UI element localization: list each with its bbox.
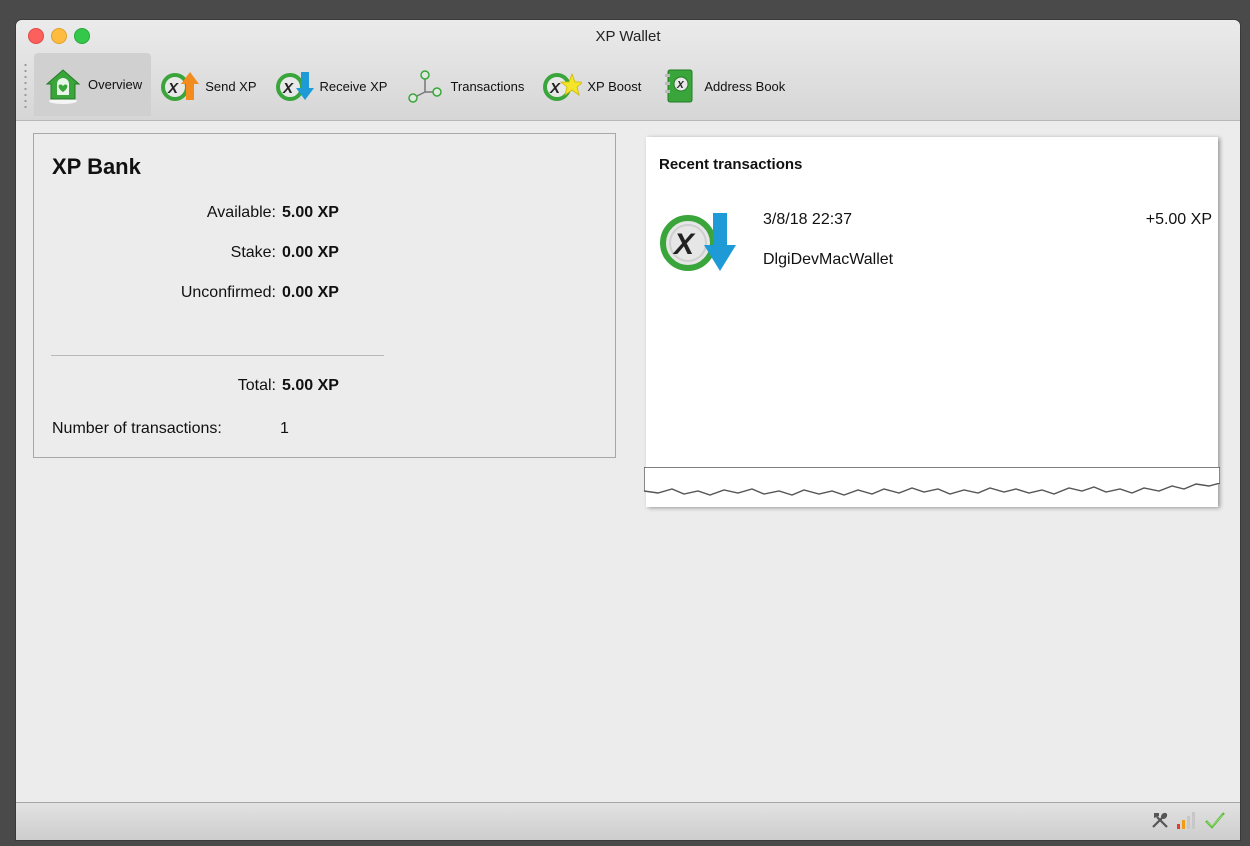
receive-xp-icon: X <box>275 66 315 106</box>
stake-label: Stake: <box>230 244 276 261</box>
svg-text:X: X <box>167 80 179 97</box>
transaction-date: 3/8/18 22:37 <box>763 211 852 228</box>
svg-text:X: X <box>282 80 294 97</box>
window-title: XP Wallet <box>595 28 661 45</box>
svg-text:X: X <box>672 228 696 261</box>
status-icons <box>1150 810 1226 835</box>
tab-address-book[interactable]: X Address Book <box>650 56 794 116</box>
recent-transactions-title: Recent transactions <box>659 156 803 173</box>
tab-label: Send XP <box>205 78 257 94</box>
stake-value: 0.00 XP <box>282 244 339 261</box>
tools-icon[interactable] <box>1150 810 1170 835</box>
unconfirmed-label: Unconfirmed: <box>180 284 276 301</box>
receive-xp-icon: X <box>658 205 738 277</box>
xp-bank-panel: XP Bank Available: 5.00 XP Stake: 0.00 X… <box>33 133 616 458</box>
number-of-transactions-value: 1 <box>280 420 289 437</box>
available-row: Available: 5.00 XP <box>34 204 364 224</box>
total-row: Total: 5.00 XP <box>34 377 364 397</box>
toolbar: Overview X Send XP X Receive XP Transact… <box>34 53 794 119</box>
toolbar-grip-handle[interactable] <box>24 62 27 108</box>
title-bar: XP Wallet Overview X Send XP X Receive X… <box>16 20 1240 121</box>
stake-row: Stake: 0.00 XP <box>34 244 364 264</box>
transaction-amount: +5.00 XP <box>1145 211 1212 228</box>
synced-check-icon[interactable] <box>1204 810 1226 835</box>
available-value: 5.00 XP <box>282 204 339 221</box>
tab-label: XP Boost <box>587 78 642 94</box>
tab-overview[interactable]: Overview <box>34 53 152 116</box>
tab-xp-boost[interactable]: X XP Boost <box>533 56 650 116</box>
unconfirmed-row: Unconfirmed: 0.00 XP <box>34 284 364 304</box>
signal-bars-icon[interactable] <box>1176 810 1198 835</box>
torn-paper-edge <box>644 467 1220 496</box>
svg-text:X: X <box>549 80 561 97</box>
svg-text:X: X <box>676 80 685 91</box>
house-icon <box>43 65 83 105</box>
transaction-label: DlgiDevMacWallet <box>763 251 894 268</box>
balance-divider <box>51 355 384 356</box>
total-value: 5.00 XP <box>282 377 339 394</box>
tab-receive-xp[interactable]: X Receive XP <box>266 56 397 116</box>
tab-label: Overview <box>88 77 143 92</box>
send-xp-icon: X <box>160 66 200 106</box>
tab-transactions[interactable]: Transactions <box>396 56 533 116</box>
number-of-transactions-row: Number of transactions: 1 <box>34 420 364 440</box>
app-window: XP Wallet Overview X Send XP X Receive X… <box>16 20 1240 840</box>
tab-send-xp[interactable]: X Send XP <box>151 56 265 116</box>
address-book-icon: X <box>659 66 699 106</box>
tab-label: Address Book <box>704 78 786 94</box>
unconfirmed-value: 0.00 XP <box>282 284 339 301</box>
tab-label: Receive XP <box>319 78 388 94</box>
transactions-icon <box>405 66 445 106</box>
status-bar <box>16 802 1240 840</box>
recent-transactions-panel: Recent transactions X 3/8/18 22:37 +5.00… <box>644 137 1220 507</box>
tab-label: Transactions <box>450 78 525 94</box>
xp-bank-title: XP Bank <box>52 154 141 179</box>
number-of-transactions-label: Number of transactions: <box>52 420 222 437</box>
xp-boost-icon: X <box>542 66 585 106</box>
total-label: Total: <box>237 377 276 394</box>
available-label: Available: <box>206 204 276 221</box>
